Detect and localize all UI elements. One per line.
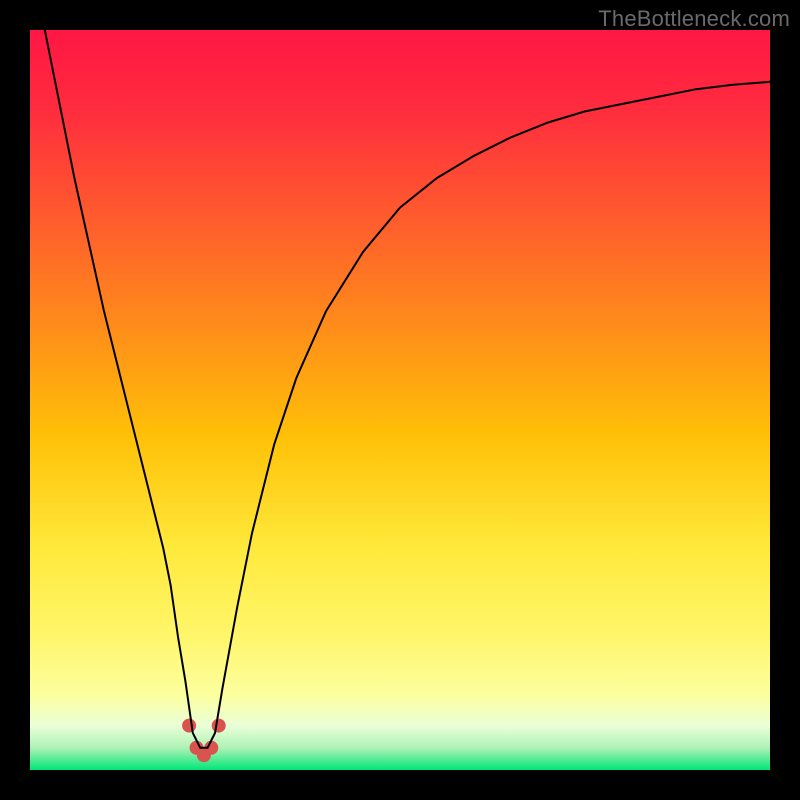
chart-frame: TheBottleneck.com: [0, 0, 800, 800]
watermark-text: TheBottleneck.com: [598, 6, 790, 32]
curve-layer: [30, 30, 770, 770]
trough-marker-group: [182, 719, 226, 763]
trough-marker-point: [182, 719, 196, 733]
bottleneck-curve: [45, 30, 770, 748]
trough-marker-point: [212, 719, 226, 733]
plot-area: [30, 30, 770, 770]
